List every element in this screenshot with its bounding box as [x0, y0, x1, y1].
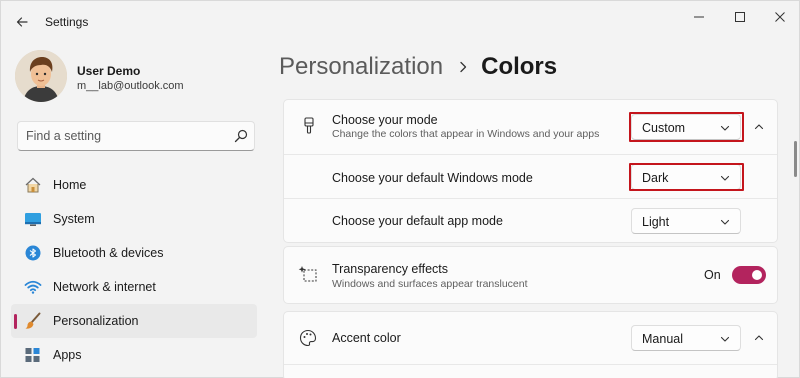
back-arrow-icon [16, 17, 28, 27]
user-name: User Demo [77, 64, 141, 78]
chevron-up-icon [754, 335, 764, 341]
sidebar-nav: Home System Bluetooth & devices Network … [11, 168, 257, 372]
maximize-icon [735, 12, 745, 22]
accent-color-card: Accent color Manual [283, 311, 778, 378]
accent-dropdown[interactable]: Manual [631, 325, 741, 351]
user-email: m__lab@outlook.com [77, 80, 184, 92]
window-title: Settings [45, 15, 89, 29]
home-icon [25, 177, 41, 193]
sidebar-item-label: Bluetooth & devices [53, 246, 164, 260]
settings-window: Settings User Demo m__lab@outlook.com Fi… [0, 0, 800, 378]
search-box [17, 121, 255, 151]
mode-title: Choose your mode [332, 113, 438, 127]
palette-icon [298, 328, 318, 348]
back-button[interactable] [11, 11, 33, 33]
chevron-down-icon [720, 219, 730, 225]
breadcrumb: Personalization Colors [279, 51, 557, 83]
bluetooth-icon [25, 245, 41, 261]
sidebar-item-network[interactable]: Network & internet [11, 270, 257, 304]
windows-mode-title: Choose your default Windows mode [332, 171, 533, 185]
scrollbar[interactable] [794, 141, 797, 177]
minimize-icon [694, 16, 704, 18]
apps-icon [25, 348, 40, 362]
sidebar-item-apps[interactable]: Apps [11, 338, 257, 372]
page-title: Colors [481, 53, 558, 80]
maximize-button[interactable] [725, 7, 755, 27]
transparency-toggle[interactable] [732, 266, 766, 284]
sidebar-item-system[interactable]: System [11, 202, 257, 236]
sidebar-item-label: Apps [53, 348, 82, 362]
transparency-toggle-label: On [704, 268, 721, 282]
transparency-title: Transparency effects [332, 262, 449, 276]
collapse-mode-button[interactable] [749, 117, 769, 137]
divider [284, 154, 777, 155]
chevron-up-icon [754, 124, 764, 130]
chevron-right-icon [449, 57, 477, 77]
app-mode-dropdown-value: Light [642, 215, 670, 229]
title-bar: Settings [1, 1, 799, 41]
transparency-icon [298, 264, 318, 284]
mode-settings-card: Choose your mode Change the colors that … [283, 99, 778, 243]
divider [284, 364, 777, 365]
system-icon [25, 213, 41, 226]
sidebar-item-bluetooth[interactable]: Bluetooth & devices [11, 236, 257, 270]
app-mode-title: Choose your default app mode [332, 214, 503, 228]
search-input[interactable] [26, 122, 226, 150]
transparency-card: Transparency effects Windows and surface… [283, 246, 778, 304]
chevron-down-icon [720, 336, 730, 342]
accent-title: Accent color [332, 331, 401, 345]
sidebar-item-label: Home [53, 178, 87, 192]
transparency-description: Windows and surfaces appear translucent [332, 278, 528, 290]
minimize-button[interactable] [684, 7, 714, 27]
sidebar-item-label: System [53, 212, 95, 226]
app-mode-dropdown[interactable]: Light [631, 208, 741, 234]
sidebar-item-label: Personalization [53, 314, 139, 328]
sidebar-item-personalization[interactable]: Personalization [11, 304, 257, 338]
accent-dropdown-value: Manual [642, 332, 683, 346]
collapse-accent-button[interactable] [749, 328, 769, 348]
sidebar-item-home[interactable]: Home [11, 168, 257, 202]
close-button[interactable] [765, 7, 795, 27]
divider [284, 198, 777, 199]
brush-icon [299, 116, 319, 136]
search-icon[interactable] [234, 129, 248, 143]
toggle-knob [752, 270, 762, 280]
brush-icon [25, 312, 41, 329]
mode-description: Change the colors that appear in Windows… [332, 128, 600, 140]
avatar[interactable] [15, 50, 67, 102]
breadcrumb-parent[interactable]: Personalization [279, 53, 443, 81]
avatar-image-icon [15, 50, 67, 102]
sidebar-item-label: Network & internet [53, 280, 156, 294]
close-icon [775, 12, 785, 22]
mode-dropdown-highlight [629, 112, 744, 142]
network-icon [24, 280, 42, 294]
windows-mode-dropdown-highlight [629, 163, 744, 191]
